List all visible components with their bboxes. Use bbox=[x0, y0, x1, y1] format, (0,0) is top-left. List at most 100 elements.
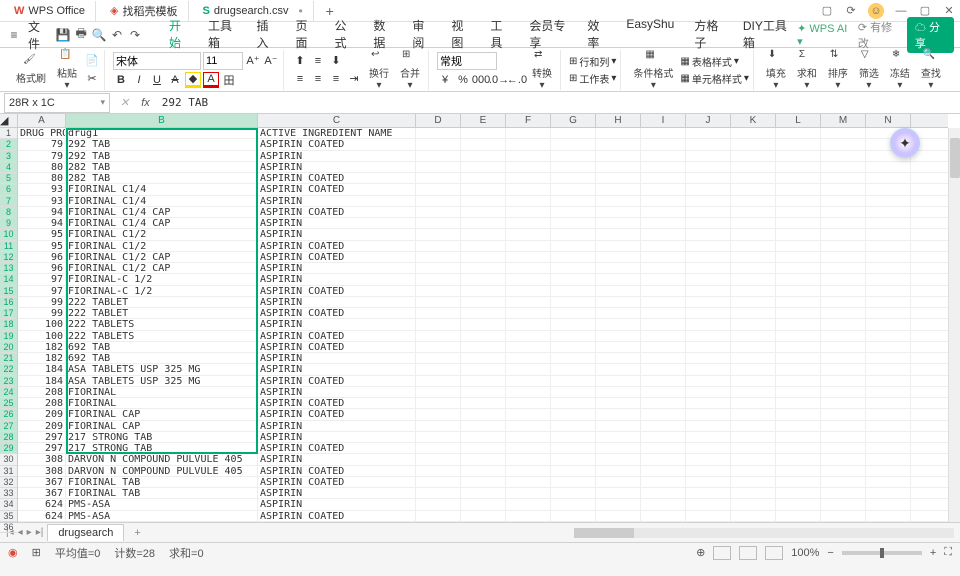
align-left-icon[interactable]: ≡ bbox=[292, 71, 308, 87]
cell[interactable] bbox=[416, 162, 461, 172]
col-header[interactable]: H bbox=[596, 114, 641, 127]
cell[interactable] bbox=[641, 252, 686, 262]
cell[interactable] bbox=[731, 454, 776, 464]
cell[interactable] bbox=[551, 477, 596, 487]
cell[interactable] bbox=[596, 364, 641, 374]
cell[interactable] bbox=[776, 398, 821, 408]
cell[interactable] bbox=[686, 173, 731, 183]
cell[interactable] bbox=[821, 286, 866, 296]
cell[interactable] bbox=[731, 151, 776, 161]
cell[interactable] bbox=[461, 241, 506, 251]
font-size-select[interactable] bbox=[203, 52, 243, 70]
cell[interactable] bbox=[596, 162, 641, 172]
cell[interactable]: FIORINAL C1/2 bbox=[66, 241, 258, 251]
cell[interactable] bbox=[686, 218, 731, 228]
maximize-button[interactable]: ▢ bbox=[918, 4, 932, 18]
cell[interactable] bbox=[731, 252, 776, 262]
cell[interactable] bbox=[866, 173, 911, 183]
cell[interactable] bbox=[596, 499, 641, 509]
cell[interactable] bbox=[641, 477, 686, 487]
cell[interactable] bbox=[596, 218, 641, 228]
row-header[interactable]: 20 bbox=[0, 342, 17, 353]
cell[interactable] bbox=[731, 173, 776, 183]
cell[interactable] bbox=[866, 218, 911, 228]
cell[interactable] bbox=[641, 297, 686, 307]
cell[interactable] bbox=[416, 274, 461, 284]
cell[interactable] bbox=[641, 421, 686, 431]
cell[interactable] bbox=[506, 308, 551, 318]
add-sheet-button[interactable]: + bbox=[128, 527, 146, 539]
cell[interactable] bbox=[686, 139, 731, 149]
row-headers[interactable]: 1234567891011121314151617181920212223242… bbox=[0, 128, 18, 522]
cell[interactable] bbox=[821, 162, 866, 172]
cell[interactable] bbox=[596, 432, 641, 442]
cell[interactable] bbox=[416, 297, 461, 307]
cell[interactable] bbox=[731, 443, 776, 453]
cell[interactable] bbox=[821, 173, 866, 183]
cell[interactable] bbox=[416, 342, 461, 352]
cell[interactable] bbox=[821, 499, 866, 509]
cell[interactable]: ASPIRIN COATED bbox=[258, 184, 416, 194]
cell[interactable]: 99 bbox=[18, 308, 66, 318]
cell[interactable] bbox=[461, 466, 506, 476]
cell[interactable] bbox=[416, 443, 461, 453]
cell[interactable] bbox=[821, 331, 866, 341]
cell[interactable] bbox=[776, 139, 821, 149]
cell[interactable] bbox=[821, 511, 866, 521]
cell[interactable] bbox=[731, 274, 776, 284]
cell[interactable]: ASPIRIN COATED bbox=[258, 139, 416, 149]
formula-input[interactable]: 292 TAB bbox=[156, 96, 960, 109]
cell[interactable] bbox=[776, 241, 821, 251]
cell[interactable] bbox=[821, 297, 866, 307]
cell[interactable]: DRUG_PRODU bbox=[18, 128, 66, 138]
cell[interactable] bbox=[821, 241, 866, 251]
cell[interactable] bbox=[686, 443, 731, 453]
cell[interactable] bbox=[641, 196, 686, 206]
cell[interactable] bbox=[641, 443, 686, 453]
cell[interactable]: ASA TABLETS USP 325 MG bbox=[66, 376, 258, 386]
cell[interactable] bbox=[686, 342, 731, 352]
cell[interactable] bbox=[821, 207, 866, 217]
cell[interactable] bbox=[596, 263, 641, 273]
cell[interactable] bbox=[686, 387, 731, 397]
cell[interactable]: 93 bbox=[18, 184, 66, 194]
cell[interactable] bbox=[461, 162, 506, 172]
cell[interactable] bbox=[641, 139, 686, 149]
sheet-next-icon[interactable]: ▸ bbox=[27, 527, 32, 538]
cell[interactable]: FIORINAL-C 1/2 bbox=[66, 274, 258, 284]
row-header[interactable]: 4 bbox=[0, 162, 17, 173]
cell[interactable]: 96 bbox=[18, 252, 66, 262]
cell[interactable] bbox=[866, 229, 911, 239]
cell[interactable] bbox=[731, 241, 776, 251]
ai-assistant-bubble[interactable]: ✦ bbox=[890, 128, 920, 158]
cell[interactable]: ASPIRIN COATED bbox=[258, 511, 416, 521]
cell[interactable] bbox=[551, 286, 596, 296]
font-color-button[interactable]: A bbox=[203, 72, 219, 88]
cell[interactable] bbox=[866, 387, 911, 397]
cell[interactable] bbox=[551, 353, 596, 363]
cell[interactable] bbox=[461, 477, 506, 487]
row-header[interactable]: 17 bbox=[0, 308, 17, 319]
cell[interactable] bbox=[506, 466, 551, 476]
row-header[interactable]: 28 bbox=[0, 432, 17, 443]
cell[interactable] bbox=[776, 454, 821, 464]
cell[interactable]: FIORINAL C1/2 CAP bbox=[66, 263, 258, 273]
minimize-button[interactable]: — bbox=[894, 4, 908, 18]
cell[interactable]: ASPIRIN bbox=[258, 353, 416, 363]
cell[interactable]: ASPIRIN COATED bbox=[258, 331, 416, 341]
cell[interactable] bbox=[551, 364, 596, 374]
cell[interactable] bbox=[416, 364, 461, 374]
cell[interactable] bbox=[686, 297, 731, 307]
cell[interactable] bbox=[776, 331, 821, 341]
cell[interactable] bbox=[461, 252, 506, 262]
cell[interactable]: ASA TABLETS USP 325 MG bbox=[66, 364, 258, 374]
cell[interactable]: ASPIRIN bbox=[258, 488, 416, 498]
col-header[interactable]: D bbox=[416, 114, 461, 127]
cell[interactable] bbox=[776, 511, 821, 521]
row-header[interactable]: 21 bbox=[0, 353, 17, 364]
cell[interactable] bbox=[866, 207, 911, 217]
cell[interactable] bbox=[821, 387, 866, 397]
cell[interactable]: 96 bbox=[18, 263, 66, 273]
cell[interactable] bbox=[641, 387, 686, 397]
cell[interactable] bbox=[596, 421, 641, 431]
